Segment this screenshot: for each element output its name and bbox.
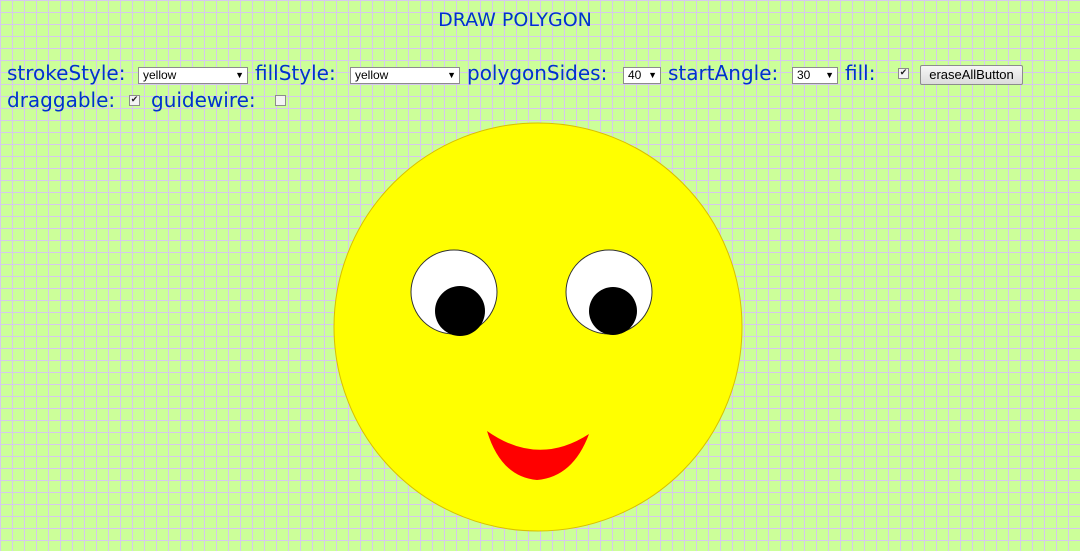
right-pupil — [589, 287, 637, 335]
left-pupil — [435, 286, 485, 336]
drawing-canvas[interactable] — [0, 0, 1080, 551]
